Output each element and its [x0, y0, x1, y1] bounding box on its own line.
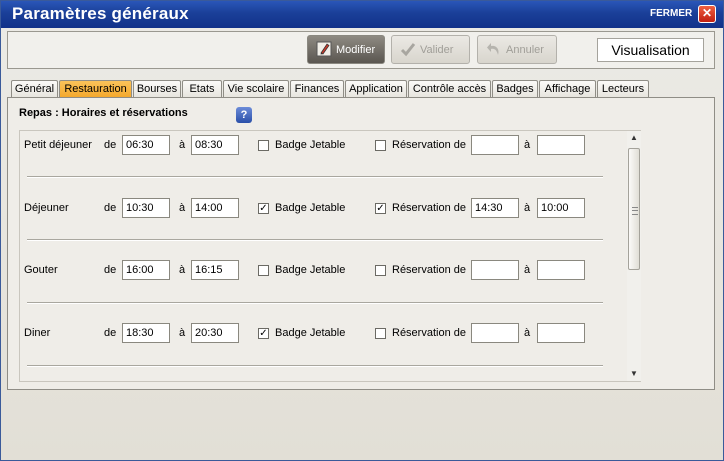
undo-icon	[487, 43, 499, 55]
close-label[interactable]: FERMER	[650, 8, 692, 19]
meal-to-input[interactable]: 08:30	[191, 135, 239, 155]
tab-affichage[interactable]: Affichage	[539, 80, 596, 98]
reservation-from-input[interactable]	[471, 323, 519, 343]
badge-label: Badge Jetable	[275, 202, 346, 214]
from-label: de	[104, 202, 117, 214]
valider-label: Valider	[420, 44, 454, 56]
tab-finances[interactable]: Finances	[290, 80, 344, 98]
badge-label: Badge Jetable	[275, 264, 346, 276]
tab-bourses[interactable]: Bourses	[133, 80, 181, 98]
scroll-thumb[interactable]	[628, 148, 640, 270]
mode-indicator: Visualisation	[597, 38, 704, 62]
reservation-checkbox[interactable]	[375, 265, 386, 276]
to-label: à	[524, 202, 531, 214]
meal-to-input[interactable]: 20:30	[191, 323, 239, 343]
modifier-button[interactable]: Modifier	[307, 35, 385, 64]
from-label: de	[104, 327, 117, 339]
tab-application[interactable]: Application	[345, 80, 407, 98]
scroll-up-icon[interactable]: ▲	[627, 131, 641, 145]
vertical-scrollbar[interactable]: ▲ ▼	[627, 131, 641, 381]
to-label: à	[179, 202, 186, 214]
meal-from-input[interactable]: 18:30	[122, 323, 170, 343]
meal-name: Diner	[24, 327, 51, 339]
meal-from-input[interactable]: 16:00	[122, 260, 170, 280]
badge-checkbox[interactable]: ✓	[258, 203, 269, 214]
section-title: Repas : Horaires et réservations	[19, 107, 188, 119]
reservation-from-input[interactable]	[471, 135, 519, 155]
tab-general[interactable]: Général	[11, 80, 58, 98]
annuler-label: Annuler	[506, 44, 544, 56]
from-label: de	[104, 264, 117, 276]
reservation-checkbox[interactable]: ✓	[375, 203, 386, 214]
tab-lecteurs[interactable]: Lecteurs	[597, 80, 649, 98]
reservation-to-input[interactable]	[537, 260, 585, 280]
to-label: à	[524, 327, 531, 339]
badge-checkbox[interactable]	[258, 265, 269, 276]
annuler-button[interactable]: Annuler	[477, 35, 557, 64]
meal-name: Gouter	[24, 264, 58, 276]
badge-checkbox[interactable]	[258, 140, 269, 151]
reservation-checkbox[interactable]	[375, 140, 386, 151]
reservation-from-input[interactable]: 14:30	[471, 198, 519, 218]
reservation-label: Réservation de	[392, 327, 466, 339]
to-label: à	[179, 139, 186, 151]
meal-to-input[interactable]: 14:00	[191, 198, 239, 218]
modifier-label: Modifier	[336, 44, 376, 56]
to-label: à	[179, 327, 186, 339]
from-label: de	[104, 139, 117, 151]
title-bar: Paramètres généraux FERMER ✕	[1, 1, 723, 28]
row-divider	[27, 239, 603, 241]
help-icon[interactable]: ?	[236, 107, 252, 123]
meal-from-input[interactable]: 10:30	[122, 198, 170, 218]
meal-name: Petit déjeuner	[24, 139, 92, 151]
to-label: à	[524, 264, 531, 276]
badge-label: Badge Jetable	[275, 139, 346, 151]
pencil-icon	[316, 41, 332, 57]
meal-to-input[interactable]: 16:15	[191, 260, 239, 280]
window-title: Paramètres généraux	[12, 4, 189, 23]
tab-restauration[interactable]: Restauration	[59, 80, 132, 98]
tab-etats[interactable]: Etats	[182, 80, 222, 98]
reservation-to-input[interactable]	[537, 135, 585, 155]
reservation-from-input[interactable]	[471, 260, 519, 280]
reservation-to-input[interactable]	[537, 323, 585, 343]
grip-icon	[632, 207, 638, 215]
badge-checkbox[interactable]: ✓	[258, 328, 269, 339]
meal-from-input[interactable]: 06:30	[122, 135, 170, 155]
valider-button[interactable]: Valider	[391, 35, 470, 64]
row-divider	[27, 302, 603, 304]
to-label: à	[179, 264, 186, 276]
reservation-label: Réservation de	[392, 202, 466, 214]
tab-controle-acces[interactable]: Contrôle accès	[408, 80, 491, 98]
reservation-checkbox[interactable]	[375, 328, 386, 339]
tab-badges[interactable]: Badges	[492, 80, 538, 98]
reservation-label: Réservation de	[392, 264, 466, 276]
to-label: à	[524, 139, 531, 151]
row-divider	[27, 176, 603, 178]
meals-list	[19, 130, 641, 382]
checkmark-icon	[400, 43, 416, 57]
tab-vie-scolaire[interactable]: Vie scolaire	[223, 80, 289, 98]
reservation-label: Réservation de	[392, 139, 466, 151]
row-divider	[27, 365, 603, 367]
meal-name: Déjeuner	[24, 202, 69, 214]
scroll-down-icon[interactable]: ▼	[627, 367, 641, 381]
reservation-to-input[interactable]: 10:00	[537, 198, 585, 218]
badge-label: Badge Jetable	[275, 327, 346, 339]
close-icon[interactable]: ✕	[698, 5, 716, 23]
